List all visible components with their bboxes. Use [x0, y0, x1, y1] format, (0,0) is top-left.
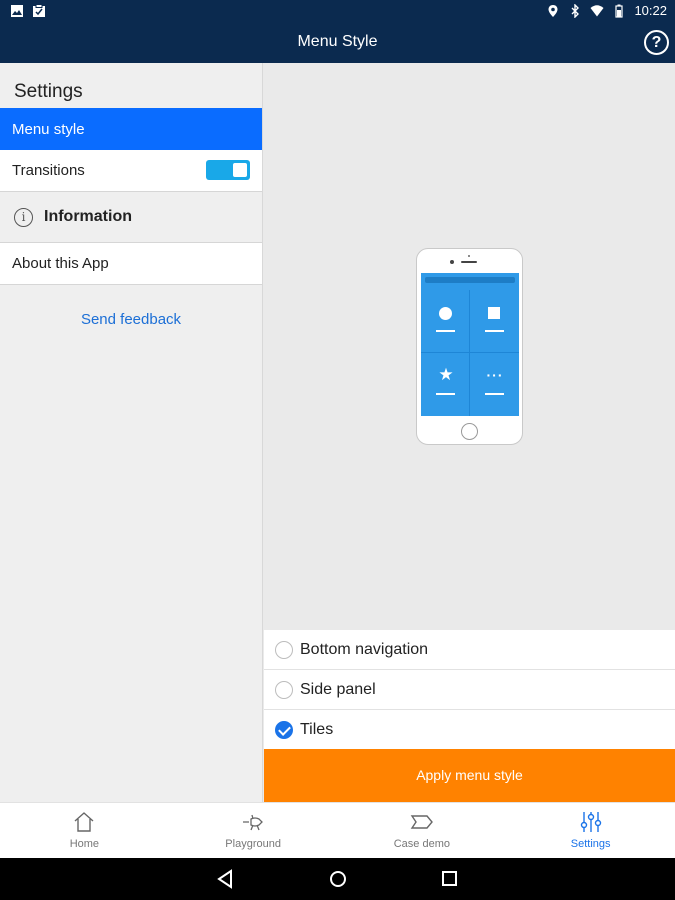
- radio-button[interactable]: [275, 640, 293, 659]
- option-tiles[interactable]: Tiles: [264, 710, 675, 750]
- option-label: Bottom navigation: [300, 640, 429, 658]
- preview-tile-label-line: [485, 393, 504, 395]
- nav-label: Case demo: [393, 838, 450, 850]
- preview-tile-grid: ★ ···: [421, 290, 519, 416]
- preview-tile-label-line: [436, 330, 455, 332]
- menu-style-options: Bottom navigation Side panel Tiles: [264, 630, 675, 750]
- preview-search-bar: [425, 277, 515, 283]
- info-icon: i: [14, 207, 33, 227]
- apply-menu-style-button[interactable]: Apply menu style: [264, 749, 675, 802]
- information-header: i Information: [0, 192, 262, 243]
- phone-screen: ★ ···: [421, 273, 519, 416]
- sidebar-item-transitions: Transitions: [0, 150, 262, 192]
- sidebar-item-label: Menu style: [12, 120, 85, 138]
- information-label: Information: [44, 208, 132, 225]
- help-button[interactable]: ?: [644, 30, 669, 55]
- nav-label: Playground: [225, 838, 281, 850]
- radio-button[interactable]: [275, 680, 293, 699]
- preview-tile: [470, 290, 519, 353]
- bluetooth-icon: [571, 3, 580, 18]
- phone-camera: [450, 260, 454, 264]
- recents-icon[interactable]: [441, 869, 459, 889]
- nav-item-home[interactable]: Home: [0, 803, 169, 858]
- nav-item-settings[interactable]: Settings: [506, 803, 675, 858]
- home-icon: [74, 812, 94, 832]
- sliders-icon: [580, 812, 601, 832]
- back-icon[interactable]: [216, 869, 234, 889]
- option-side-panel[interactable]: Side panel: [264, 670, 675, 710]
- settings-header: Settings: [14, 81, 83, 102]
- option-label: Tiles: [300, 720, 334, 738]
- phone-speaker: [461, 261, 477, 263]
- status-time: 10:22: [634, 3, 667, 18]
- nav-label: Settings: [570, 838, 611, 850]
- phone-preview: ★ ···: [416, 248, 523, 445]
- preview-tile: ★: [421, 353, 470, 416]
- toggle-knob: [233, 163, 247, 177]
- phone-home-button: [461, 423, 478, 440]
- circle-icon: [439, 307, 452, 320]
- preview-tile-label-line: [436, 393, 455, 395]
- status-bar: 10:22: [0, 0, 675, 24]
- bottom-navigation: Home Playground Case demo Settings: [0, 802, 675, 858]
- menu-style-preview-panel: ★ ··· Bottom navigation Side panel Tiles…: [264, 63, 675, 802]
- preview-tile-label-line: [485, 330, 504, 332]
- home-circle-icon[interactable]: [328, 869, 348, 889]
- battery-icon: [615, 4, 624, 18]
- preview-tile: ···: [470, 353, 519, 416]
- sidebar-item-about[interactable]: About this App: [0, 243, 262, 285]
- app-bar: Menu Style ?: [0, 24, 675, 63]
- option-bottom-navigation[interactable]: Bottom navigation: [264, 630, 675, 670]
- sidebar-item-menu-style[interactable]: Menu style: [0, 108, 262, 150]
- sidebar-item-label: Transitions: [12, 162, 85, 179]
- transitions-toggle[interactable]: [206, 160, 250, 180]
- sidebar-item-label: About this App: [12, 255, 109, 272]
- square-icon: [488, 307, 500, 319]
- phone-sensor: [468, 255, 470, 257]
- image-icon: [11, 5, 23, 17]
- clipboard-check-icon: [33, 4, 45, 17]
- tag-icon: [410, 815, 433, 829]
- option-label: Side panel: [300, 680, 376, 698]
- send-feedback-link[interactable]: Send feedback: [0, 311, 262, 328]
- page-title: Menu Style: [297, 33, 378, 50]
- nav-label: Home: [69, 838, 100, 850]
- location-icon: [548, 4, 558, 17]
- nav-item-case-demo[interactable]: Case demo: [338, 803, 507, 858]
- nav-item-playground[interactable]: Playground: [169, 803, 338, 858]
- more-dots-icon: ···: [486, 367, 504, 383]
- radio-button-checked[interactable]: [275, 720, 293, 739]
- settings-sidebar: Settings Menu style Transitions i Inform…: [0, 63, 263, 802]
- star-icon: ★: [438, 365, 454, 384]
- wifi-icon: [590, 4, 604, 16]
- preview-tile: [421, 290, 470, 353]
- system-navigation-bar: [0, 858, 675, 900]
- playground-icon: [243, 814, 264, 831]
